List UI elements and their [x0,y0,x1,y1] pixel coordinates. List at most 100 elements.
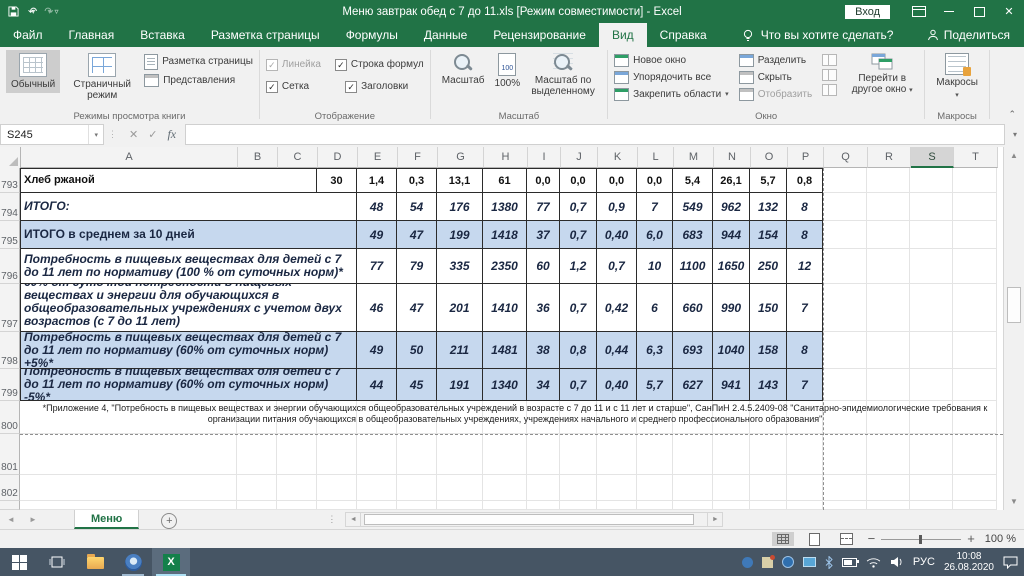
macros-button[interactable]: Макросы ▾ [931,50,983,104]
synchronous-scrolling-icon[interactable] [822,69,837,81]
page-break-preview-button[interactable]: Страничный режим [60,50,144,104]
cell-value[interactable]: 250 [750,249,787,284]
cell-value[interactable]: 60 [527,249,560,284]
cell-value[interactable]: 0,0 [597,168,637,193]
cell-value[interactable]: 1481 [483,332,527,369]
cell-empty[interactable] [560,434,597,475]
cell-empty[interactable] [527,475,560,501]
cell-empty[interactable] [823,434,867,475]
cell-empty[interactable] [953,501,997,510]
cell-empty[interactable] [317,475,357,501]
cell-empty[interactable] [823,168,867,193]
column-header-R[interactable]: R [868,147,911,168]
cell-value[interactable]: 50 [397,332,437,369]
cell-empty[interactable] [823,475,867,501]
cell-empty[interactable] [317,501,357,510]
cell-value[interactable]: 0,0 [560,168,597,193]
cell-empty[interactable] [910,475,953,501]
cell-value[interactable]: 6 [637,284,673,332]
cell-value[interactable]: 47 [397,221,437,249]
cell-value[interactable]: 1,4 [357,168,397,193]
cell-value[interactable]: 5,4 [673,168,713,193]
formula-bar-checkbox[interactable]: ✓Строка формул [335,59,424,71]
zoom-in-icon[interactable]: + [967,534,975,544]
scroll-up-icon[interactable]: ▲ [1004,147,1024,164]
excel-taskbar-button[interactable]: X [152,548,190,576]
cell-value[interactable]: 0,9 [597,193,637,221]
cell-value[interactable]: 2350 [483,249,527,284]
cell-empty[interactable] [357,501,397,510]
cell-value[interactable]: 549 [673,193,713,221]
cell-empty[interactable] [953,475,997,501]
cell-value[interactable]: 79 [397,249,437,284]
split-button[interactable]: Разделить [739,54,813,67]
volume-icon[interactable] [890,556,904,568]
cell-empty[interactable] [953,221,997,249]
cell-empty[interactable] [237,501,277,510]
cell-value[interactable]: 0,7 [560,369,597,401]
cell-value[interactable]: 143 [750,369,787,401]
column-header-A[interactable]: A [21,147,238,168]
cell-value[interactable]: 49 [357,221,397,249]
cell-empty[interactable] [20,434,237,475]
cell-empty[interactable] [910,168,953,193]
zoom-slider-track[interactable] [881,539,961,540]
cell-value[interactable]: 0,3 [397,168,437,193]
cell-empty[interactable] [823,369,867,401]
cell-value[interactable]: 158 [750,332,787,369]
cell-empty[interactable] [713,475,750,501]
row-header-793[interactable]: 793 [0,168,20,193]
cancel-entry-icon[interactable]: ✕ [129,128,138,141]
cell-value[interactable]: 0,40 [597,369,637,401]
cell-value[interactable]: 627 [673,369,713,401]
freeze-panes-button[interactable]: Закрепить области▾ [614,88,729,101]
cell-value[interactable]: 0,0 [527,168,560,193]
language-indicator[interactable]: РУС [913,556,935,568]
column-header-O[interactable]: O [751,147,788,168]
tray-round-app-icon[interactable] [782,556,794,568]
name-box[interactable]: S245 ▾ [0,124,104,145]
cell-value[interactable]: 8 [787,221,823,249]
ribbon-display-options-icon[interactable] [904,0,934,23]
cell-empty[interactable] [637,475,673,501]
cell-empty[interactable] [237,475,277,501]
cell-empty[interactable] [437,475,483,501]
page-layout-statusbar-button[interactable] [804,532,826,546]
cell-empty[interactable] [237,434,277,475]
cell-value[interactable]: 990 [713,284,750,332]
row-header-796[interactable]: 796 [0,249,20,284]
cell-value[interactable]: 30 [317,168,357,193]
cell-empty[interactable] [317,434,357,475]
cell-empty[interactable] [277,475,317,501]
row-header-799[interactable]: 799 [0,369,20,401]
column-header-D[interactable]: D [318,147,358,168]
cell-value[interactable]: 46 [357,284,397,332]
cell-empty[interactable] [277,434,317,475]
cell-value[interactable]: 7 [787,284,823,332]
cell-empty[interactable] [953,332,997,369]
normal-view-button[interactable]: Обычный [6,50,60,93]
tray-keyboard-icon[interactable] [803,557,816,567]
cell-value[interactable]: 47 [397,284,437,332]
row-header-partial[interactable] [0,501,20,510]
cell-value[interactable]: 191 [437,369,483,401]
cell-empty[interactable] [867,249,910,284]
zoom-100-button[interactable]: 100 100% [490,50,526,92]
ribbon-tab[interactable]: Разметка страницы [198,23,333,47]
cell-empty[interactable] [787,501,823,510]
cell-value[interactable]: 1410 [483,284,527,332]
cell-value[interactable]: 8 [787,332,823,369]
cell-empty[interactable] [397,434,437,475]
cell-empty[interactable] [910,249,953,284]
cell-value[interactable]: 7 [637,193,673,221]
cell-value[interactable]: 48 [357,193,397,221]
bluetooth-icon[interactable] [825,556,833,569]
cell-empty[interactable] [823,221,867,249]
horizontal-scroll-track[interactable] [361,512,707,527]
share-button[interactable]: Поделиться [927,23,1010,47]
cell-value[interactable]: 38 [527,332,560,369]
cell-empty[interactable] [437,501,483,510]
switch-windows-button[interactable]: Перейти в другое окно ▾ [846,50,918,99]
task-view-button[interactable] [38,548,76,576]
column-header-N[interactable]: N [714,147,751,168]
